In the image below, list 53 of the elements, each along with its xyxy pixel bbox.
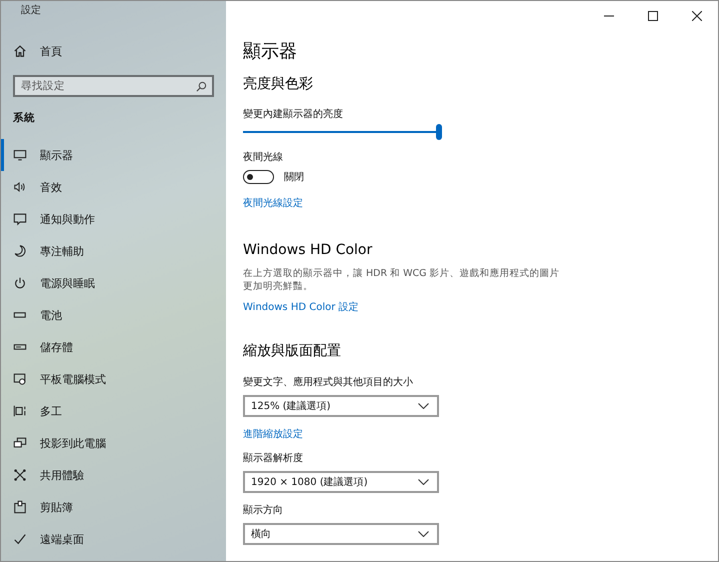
chevron-down-icon [418, 402, 429, 409]
sidebar-item[interactable]: 專注輔助 [1, 235, 226, 267]
chevron-down-icon [418, 530, 429, 537]
maximize-icon[interactable] [648, 11, 658, 21]
sidebar-item[interactable]: 共用體驗 [1, 459, 226, 491]
dropdown[interactable]: 橫向 [243, 522, 439, 545]
toggle-switch[interactable] [243, 170, 274, 184]
project-icon [13, 436, 27, 450]
sidebar-item[interactable]: 投影到此電腦 [1, 427, 226, 459]
sound-icon [13, 180, 27, 194]
clipboard-icon [13, 500, 27, 514]
multitask-icon [13, 404, 27, 418]
sidebar-item[interactable]: 儲存體 [1, 331, 226, 363]
power-icon [13, 276, 27, 290]
sidebar-item[interactable]: 遠端桌面 [1, 523, 226, 555]
section-heading: 縮放與版面配置 [243, 342, 341, 360]
dropdown[interactable]: 125% (建議選項) [243, 394, 439, 417]
dropdown-label: 顯示方向 [243, 504, 283, 517]
section-heading: 系統 [12, 111, 36, 126]
chat-icon [13, 212, 27, 226]
sidebar-item[interactable]: 平板電腦模式 [1, 363, 226, 395]
sidebar-item[interactable]: 電源與睡眠 [1, 267, 226, 299]
home-nav-item[interactable]: 首頁 [5, 31, 226, 71]
sidebar-item[interactable]: 剪貼簿 [1, 491, 226, 523]
slider-thumb[interactable] [436, 124, 442, 140]
sidebar-item[interactable]: 通知與動作 [1, 203, 226, 235]
settings-link[interactable]: Windows HD Color 設定 [243, 300, 359, 314]
section-heading: Windows HD Color [243, 242, 372, 258]
sidebar-item[interactable]: 多工 [1, 395, 226, 427]
search-icon [196, 80, 207, 92]
page-title: 顯示器 [243, 40, 297, 63]
settings-link[interactable]: 夜間光線設定 [243, 196, 303, 210]
dropdown-label: 顯示器解析度 [243, 452, 303, 465]
sidebar-item[interactable]: 音效 [1, 171, 226, 203]
section-heading: 亮度與色彩 [243, 75, 313, 93]
slider-label: 變更內建顯示器的亮度 [243, 108, 343, 121]
moon-icon [13, 244, 27, 258]
monitor-icon [13, 148, 27, 162]
setting-label: 夜間光線 [243, 150, 283, 164]
brightness-slider[interactable] [243, 123, 439, 141]
tablet-icon [13, 372, 27, 386]
close-icon[interactable] [692, 11, 702, 21]
dropdown-label: 變更文字、應用程式與其他項目的大小 [243, 376, 413, 389]
toggle-state: 關閉 [284, 171, 304, 184]
search-field[interactable]: 尋找設定 [13, 75, 214, 97]
settings-link[interactable]: 進階縮放設定 [243, 426, 303, 441]
dropdown[interactable]: 1920 × 1080 (建議選項) [243, 470, 439, 493]
sidebar-item[interactable]: 電池 [1, 299, 226, 331]
description-text: 在上方選取的顯示器中，讓 HDR 和 WCG 影片、遊戲和應用程式的圖片更加明亮鮮豔。 [243, 268, 561, 294]
home-icon [13, 44, 27, 58]
chevron-down-icon [418, 478, 429, 485]
share-icon [13, 468, 27, 482]
window-title: 設定 [20, 4, 42, 18]
